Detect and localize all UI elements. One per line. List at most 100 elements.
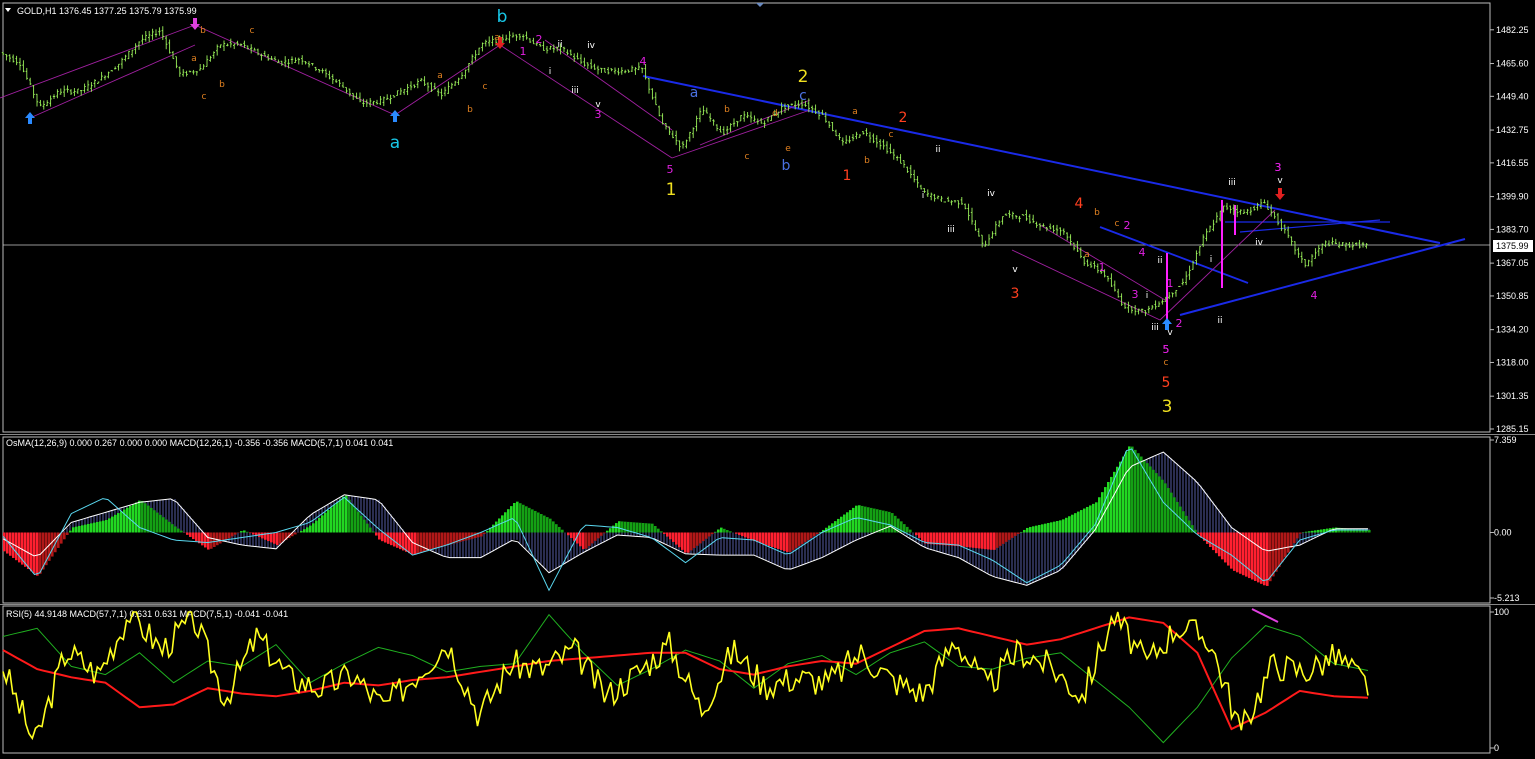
osma-bar	[1164, 483, 1167, 533]
osma-bar	[393, 532, 396, 547]
price-tick-label: 1482.25	[1496, 25, 1529, 35]
wave-label: iii	[947, 225, 955, 235]
osma-bar	[957, 532, 960, 547]
wave-label: 1	[666, 180, 677, 200]
price-tick-label: 1383.70	[1496, 224, 1529, 234]
osma-bar	[75, 526, 78, 533]
osma-bar	[231, 532, 234, 537]
osma-bar	[33, 532, 36, 574]
osma-bar	[498, 518, 501, 533]
osma-bar	[954, 532, 957, 546]
osma-bar	[30, 532, 33, 572]
osma-bar	[657, 528, 660, 533]
osma-bar	[1029, 526, 1032, 533]
wave-label: 3	[1132, 288, 1139, 301]
osma-bar	[906, 526, 909, 533]
osma-bar	[648, 523, 651, 533]
osma-bar	[1032, 526, 1035, 533]
price-axis: 1482.25 1465.60 1449.40 1432.75 1416.55 1399.…	[1490, 25, 1529, 434]
wave-label: 1	[1099, 261, 1106, 274]
osma-bar	[1023, 529, 1026, 533]
price-tick-label: 1301.35	[1496, 391, 1529, 401]
osma-bar	[1206, 532, 1209, 544]
wave-label: e	[785, 144, 791, 154]
osma-bar	[702, 532, 705, 542]
osma-bar	[723, 528, 726, 533]
osma-bar	[972, 532, 975, 548]
osma-bar	[1116, 466, 1119, 533]
osma-bar	[762, 532, 765, 545]
osma-bar	[693, 532, 696, 549]
osma-bar	[816, 532, 819, 534]
osma-bar	[105, 520, 108, 533]
osma-bar	[495, 521, 498, 533]
osma-bar	[1230, 532, 1233, 569]
up-arrow-icon	[25, 112, 35, 124]
osma-bar	[855, 505, 858, 533]
osma-bar	[441, 532, 444, 547]
osma-bar	[531, 509, 534, 533]
osma-bar	[759, 532, 762, 544]
osma-bar	[708, 532, 711, 537]
osma-bar	[201, 532, 204, 546]
wave-label: i	[1146, 291, 1149, 301]
wave-label: iv	[987, 189, 996, 199]
osma-bar	[408, 532, 411, 554]
wave-label: iii	[1151, 323, 1159, 333]
osma-bar	[375, 532, 378, 536]
osma-bar	[543, 515, 546, 533]
osma-tick-label: 7.359	[1494, 435, 1517, 445]
wave-label: b	[200, 26, 206, 36]
osma-bar	[162, 517, 165, 533]
osma-bar	[219, 532, 222, 544]
wave-label: c	[1164, 358, 1169, 368]
osma-bar	[528, 507, 531, 533]
osma-bar	[984, 532, 987, 550]
wave-label: 3	[1162, 397, 1173, 417]
wave-label: 1	[520, 45, 527, 58]
osma-bar	[1218, 532, 1221, 557]
rsi-tick-label: 0	[1494, 743, 1499, 753]
osma-bar	[420, 532, 423, 553]
osma-bar	[603, 532, 606, 534]
osma-bar	[768, 532, 771, 547]
osma-bar	[552, 521, 555, 533]
wave-label: i	[549, 67, 552, 77]
osma-bar	[447, 532, 450, 545]
wave-label: b	[497, 7, 508, 27]
osma-bar	[888, 511, 891, 533]
osma-bar	[261, 532, 264, 539]
osma-bar	[1119, 461, 1122, 533]
osma-bar	[1353, 528, 1356, 533]
price-panel[interactable]: GOLD,H1 1376.45 1377.25 1375.79 1375.99 …	[0, 6, 1533, 434]
osma-bar	[807, 532, 810, 540]
osma-bar	[381, 532, 384, 542]
osma-bar	[351, 503, 354, 533]
wave-label: 4	[1311, 289, 1318, 302]
rsi-panel[interactable]: RSI(5) 44.9148 MACD(57,7,1) 0.631 0.631 …	[2, 607, 1509, 753]
osma-bar	[435, 532, 438, 549]
osma-bar	[798, 532, 801, 546]
osma-bar	[969, 532, 972, 548]
osma-bar	[303, 529, 306, 533]
osma-bar	[981, 532, 984, 549]
osma-bar	[432, 532, 435, 550]
osma-panel[interactable]: OsMA(12,26,9) 0.000 0.267 0.000 0.000 MA…	[2, 435, 1520, 603]
osma-bar	[1044, 523, 1047, 533]
osma-bar	[567, 532, 570, 536]
osma-bar	[609, 528, 612, 533]
osma-bar	[669, 532, 672, 540]
osma-bar	[741, 532, 744, 537]
osma-bar	[1101, 492, 1104, 533]
osma-bar	[93, 522, 96, 533]
osma-bar	[1350, 528, 1353, 533]
osma-bar	[1005, 532, 1008, 542]
osma-bar	[144, 503, 147, 533]
osma-bar	[306, 527, 309, 533]
osma-bar	[876, 509, 879, 533]
wave-label: iii	[1228, 178, 1236, 188]
panel-menu-icon[interactable]	[5, 8, 11, 12]
osma-bar	[51, 532, 54, 557]
osma-bar	[795, 532, 798, 548]
osma-bar	[726, 530, 729, 533]
